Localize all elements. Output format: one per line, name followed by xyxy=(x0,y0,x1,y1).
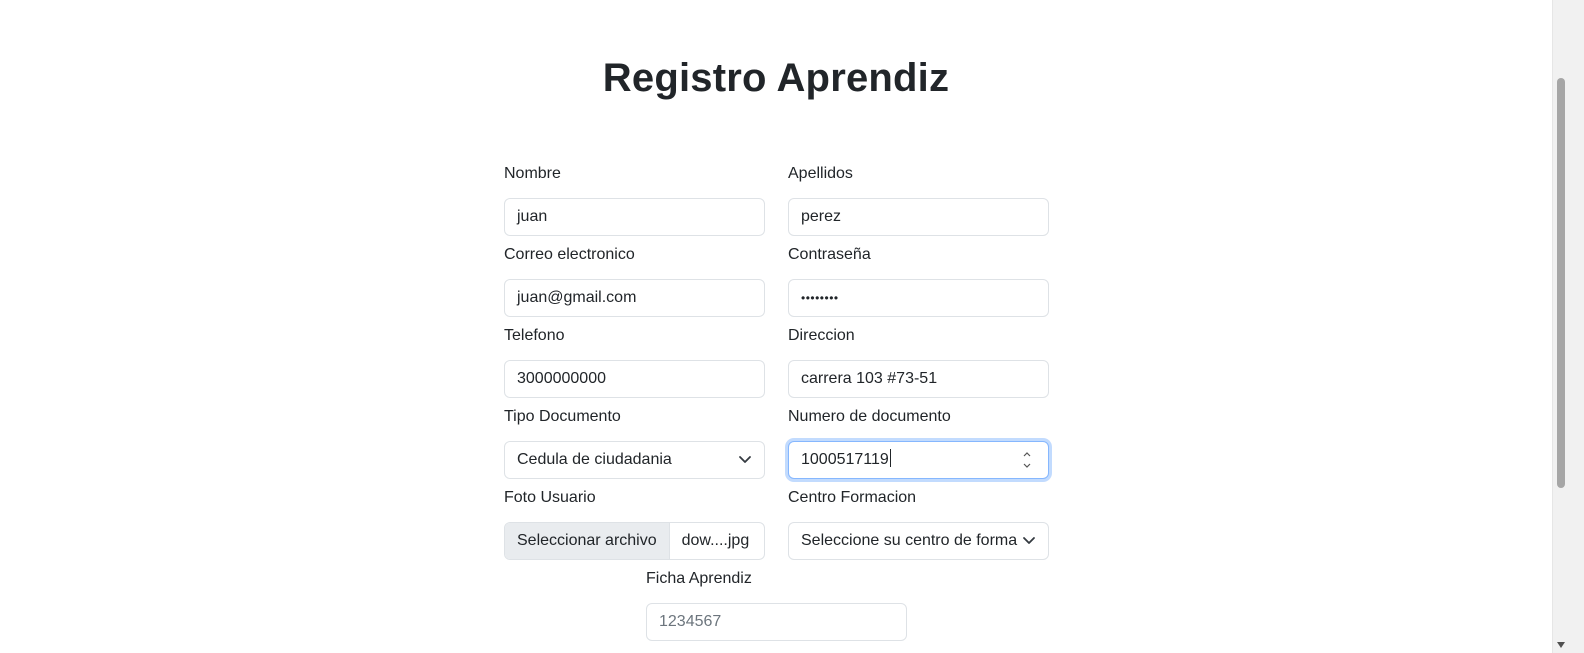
scrollbar[interactable] xyxy=(1552,0,1584,653)
foto-label: Foto Usuario xyxy=(504,489,596,506)
spinner-arrows-icon[interactable] xyxy=(1022,450,1032,470)
ficha-label: Ficha Aprendiz xyxy=(646,570,752,587)
tipo-documento-select[interactable]: Cedula de ciudadania xyxy=(504,441,765,479)
ficha-input[interactable]: 1234567 xyxy=(646,603,907,641)
scroll-thumb[interactable] xyxy=(1557,78,1565,488)
telefono-label: Telefono xyxy=(504,327,565,344)
correo-label: Correo electronico xyxy=(504,246,635,263)
registration-page: Registro Aprendiz Nombre juan Apellidos … xyxy=(0,0,1552,653)
nombre-input[interactable]: juan xyxy=(504,198,765,236)
chevron-down-icon xyxy=(739,456,751,463)
contrasena-value: •••••••• xyxy=(801,291,839,305)
correo-input[interactable]: juan@gmail.com xyxy=(504,279,765,317)
telefono-input[interactable]: 3000000000 xyxy=(504,360,765,398)
numero-documento-input[interactable]: 1000517119 xyxy=(788,441,1049,479)
nombre-value: juan xyxy=(517,208,548,225)
numero-documento-label: Numero de documento xyxy=(788,408,951,425)
telefono-value: 3000000000 xyxy=(517,370,606,387)
direccion-input[interactable]: carrera 103 #73-51 xyxy=(788,360,1049,398)
direccion-value: carrera 103 #73-51 xyxy=(801,370,938,387)
chevron-down-icon xyxy=(1022,536,1036,546)
text-caret xyxy=(889,449,891,467)
page-title: Registro Aprendiz xyxy=(602,56,950,100)
ficha-placeholder: 1234567 xyxy=(659,613,722,630)
scroll-track[interactable] xyxy=(1552,0,1570,653)
apellidos-label: Apellidos xyxy=(788,165,853,182)
contrasena-label: Contraseña xyxy=(788,246,871,263)
nombre-label: Nombre xyxy=(504,165,561,182)
select-file-button[interactable]: Seleccionar archivo xyxy=(505,523,670,559)
correo-value: juan@gmail.com xyxy=(517,289,637,306)
numero-documento-value: 1000517119 xyxy=(801,451,889,468)
contrasena-input[interactable]: •••••••• xyxy=(788,279,1049,317)
apellidos-value: perez xyxy=(801,208,842,225)
centro-value: Seleccione su centro de forma xyxy=(801,532,1018,549)
centro-select[interactable]: Seleccione su centro de forma xyxy=(788,522,1049,560)
tipo-documento-label: Tipo Documento xyxy=(504,408,621,425)
arrow-down-icon[interactable] xyxy=(1556,641,1566,649)
direccion-label: Direccion xyxy=(788,327,855,344)
foto-file-input[interactable]: Seleccionar archivo dow....jpg xyxy=(504,522,765,560)
tipo-documento-value: Cedula de ciudadania xyxy=(517,451,672,468)
file-name: dow....jpg xyxy=(681,532,750,549)
apellidos-input[interactable]: perez xyxy=(788,198,1049,236)
centro-label: Centro Formacion xyxy=(788,489,917,506)
